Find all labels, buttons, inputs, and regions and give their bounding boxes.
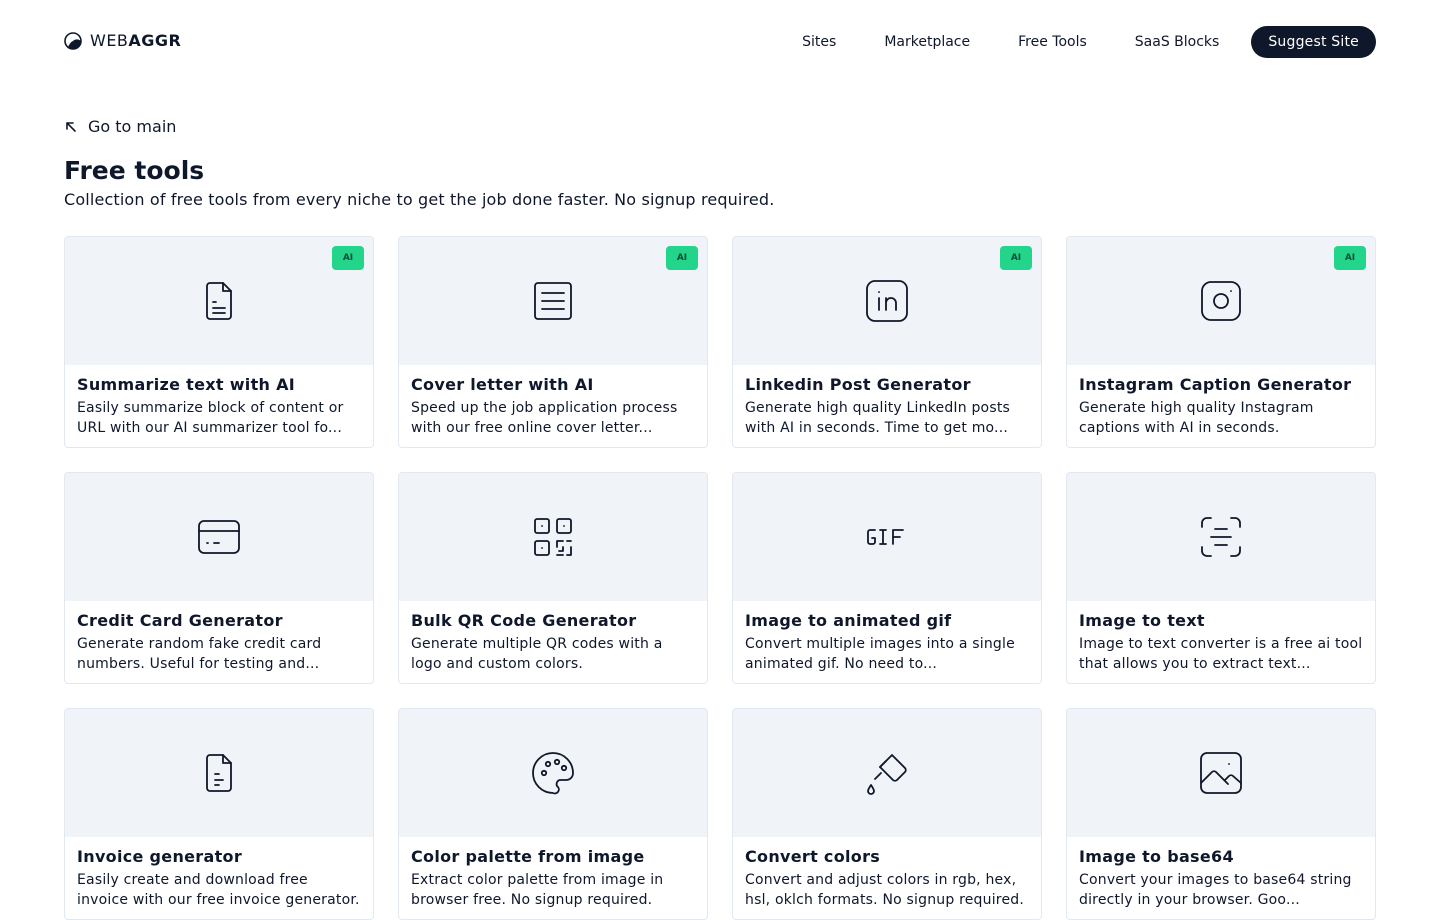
tool-card-convert-colors[interactable]: Convert colors Convert and adjust colors… <box>732 708 1042 920</box>
tool-card-invoice[interactable]: Invoice generator Easily create and down… <box>64 708 374 920</box>
qr-code-icon <box>534 518 572 556</box>
logo[interactable]: WEBAGGR <box>64 32 181 50</box>
page-subtitle: Collection of free tools from every nich… <box>64 190 775 209</box>
card-title: Linkedin Post Generator <box>745 375 971 394</box>
main-nav: Sites Marketplace Free Tools SaaS Blocks… <box>778 26 1376 58</box>
nav-marketplace[interactable]: Marketplace <box>860 26 994 58</box>
card-description: Easily summarize block of content or URL… <box>77 400 344 436</box>
card-thumbnail: AI <box>399 237 707 365</box>
tool-card-cover-letter[interactable]: AI Cover letter with AI Speed up the job… <box>398 236 708 448</box>
card-title: Color palette from image <box>411 847 645 866</box>
page-title: Free tools <box>64 156 205 185</box>
card-title: Instagram Caption Generator <box>1079 375 1352 394</box>
document-text-icon <box>206 282 232 320</box>
card-thumbnail: AI <box>65 237 373 365</box>
card-title: Cover letter with AI <box>411 375 594 394</box>
card-thumbnail <box>65 473 373 601</box>
card-description: Generate high quality Instagram captions… <box>1079 400 1314 436</box>
card-title: Bulk QR Code Generator <box>411 611 637 630</box>
palette-icon <box>532 752 574 795</box>
ai-badge: AI <box>1000 246 1032 270</box>
card-title: Image to base64 <box>1079 847 1234 866</box>
card-title: Invoice generator <box>77 847 243 866</box>
logo-icon <box>64 32 82 50</box>
card-description: Convert your images to base64 string dir… <box>1079 872 1352 908</box>
image-icon <box>1200 752 1242 794</box>
card-thumbnail <box>399 473 707 601</box>
tool-card-gif[interactable]: Image to animated gif Convert multiple i… <box>732 472 1042 684</box>
tool-card-linkedin[interactable]: AI Linkedin Post Generator Generate high… <box>732 236 1042 448</box>
text-scan-icon <box>1201 517 1241 557</box>
card-thumbnail <box>733 709 1041 837</box>
tool-card-image-to-base64[interactable]: Image to base64 Convert your images to b… <box>1066 708 1376 920</box>
card-thumbnail <box>733 473 1041 601</box>
ai-badge: AI <box>1334 246 1366 270</box>
card-description: Extract color palette from image in brow… <box>411 872 664 908</box>
card-description: Convert and adjust colors in rgb, hex, h… <box>745 872 1024 908</box>
card-description: Generate multiple QR codes with a logo a… <box>411 636 663 672</box>
tool-card-summarize[interactable]: AI Summarize text with AI Easily summari… <box>64 236 374 448</box>
tools-grid: AI Summarize text with AI Easily summari… <box>64 236 1376 920</box>
card-thumbnail <box>65 709 373 837</box>
card-description: Convert multiple images into a single an… <box>745 636 1015 672</box>
suggest-site-button[interactable]: Suggest Site <box>1251 26 1376 58</box>
logo-text: WEBAGGR <box>90 31 182 50</box>
card-thumbnail <box>1067 709 1375 837</box>
tool-card-instagram[interactable]: AI Instagram Caption Generator Generate … <box>1066 236 1376 448</box>
nav-saas-blocks[interactable]: SaaS Blocks <box>1111 26 1244 58</box>
credit-card-icon <box>198 520 240 554</box>
card-description: Generate random fake credit card numbers… <box>77 636 322 672</box>
go-to-main-label: Go to main <box>88 117 177 136</box>
tool-card-credit-card[interactable]: Credit Card Generator Generate random fa… <box>64 472 374 684</box>
tool-card-color-palette[interactable]: Color palette from image Extract color p… <box>398 708 708 920</box>
card-title: Summarize text with AI <box>77 375 296 394</box>
card-title: Image to animated gif <box>745 611 952 630</box>
ai-badge: AI <box>332 246 364 270</box>
tool-card-qr-code[interactable]: Bulk QR Code Generator Generate multiple… <box>398 472 708 684</box>
gif-icon <box>867 529 904 545</box>
card-thumbnail <box>399 709 707 837</box>
card-title: Convert colors <box>745 847 881 866</box>
site-header: WEBAGGR Sites Marketplace Free Tools Saa… <box>0 0 1440 84</box>
card-title: Image to text <box>1079 611 1205 630</box>
card-description: Easily create and download free invoice … <box>77 872 360 908</box>
go-to-main-link[interactable]: Go to main <box>64 116 176 138</box>
card-thumbnail: AI <box>733 237 1041 365</box>
card-title: Credit Card Generator <box>77 611 283 630</box>
arrow-up-left-icon <box>66 122 76 132</box>
invoice-icon <box>206 754 232 792</box>
card-thumbnail: AI <box>1067 237 1375 365</box>
instagram-icon <box>1201 281 1241 321</box>
paint-bucket-icon <box>867 754 907 795</box>
nav-free-tools[interactable]: Free Tools <box>994 26 1111 58</box>
card-description: Image to text converter is a free ai too… <box>1079 636 1363 672</box>
ai-badge: AI <box>666 246 698 270</box>
nav-sites[interactable]: Sites <box>778 26 860 58</box>
tool-card-image-to-text[interactable]: Image to text Image to text converter is… <box>1066 472 1376 684</box>
card-thumbnail <box>1067 473 1375 601</box>
lines-box-icon <box>534 282 572 320</box>
card-description: Generate high quality LinkedIn posts wit… <box>745 400 1011 436</box>
card-description: Speed up the job application process wit… <box>411 400 678 436</box>
linkedin-icon <box>866 280 908 322</box>
